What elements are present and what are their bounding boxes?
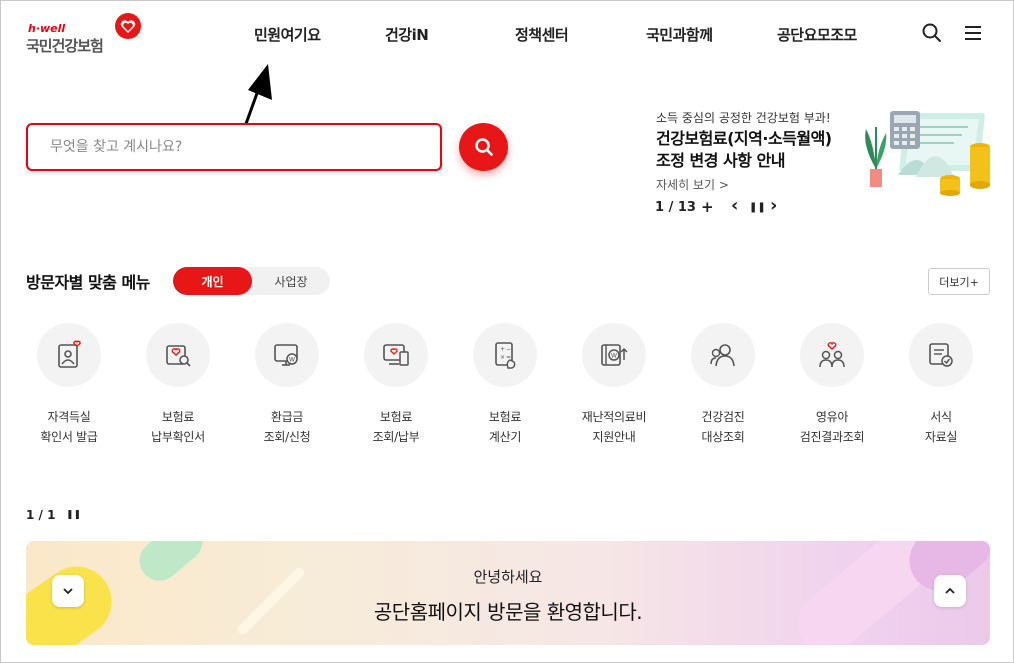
quick-menu-icon-wrap bbox=[37, 323, 101, 387]
banner-title[interactable]: 건강보험료(지역·소득월액) 조정 변경 사항 안내 bbox=[656, 128, 832, 172]
heart-logo-icon bbox=[115, 13, 141, 39]
quick-menu-item[interactable]: W 재난적의료비 지원안내 bbox=[564, 323, 664, 447]
search-box bbox=[26, 123, 442, 171]
wallet-coin-icon: W bbox=[601, 344, 628, 366]
banner-prev-button[interactable]: ‹ bbox=[731, 195, 738, 216]
chevron-up-icon bbox=[945, 587, 955, 594]
svg-text:W: W bbox=[289, 357, 295, 364]
family-heart-icon bbox=[819, 342, 845, 368]
svg-text:W: W bbox=[611, 353, 617, 360]
nav-policy-center[interactable]: 정책센터 bbox=[515, 24, 569, 46]
banner-more-link[interactable]: 자세히 보기 > bbox=[656, 176, 729, 193]
svg-text:+: + bbox=[500, 346, 505, 353]
visitor-menu-title: 방문자별 맞춤 메뉴 bbox=[26, 273, 150, 292]
quick-menu-label: 서식 자료실 bbox=[924, 410, 958, 444]
quick-menu-item[interactable]: 영유아 검진결과조회 bbox=[782, 323, 882, 447]
quick-menu-item[interactable]: 서식 자료실 bbox=[891, 323, 991, 447]
nav-with-citizens[interactable]: 국민과함께 bbox=[646, 24, 713, 46]
quick-menu-label: 보험료 계산기 bbox=[488, 410, 522, 444]
quick-menu-icon-wrap bbox=[146, 323, 210, 387]
search-icon[interactable] bbox=[921, 22, 943, 44]
quick-menu-label: 재난적의료비 지원안내 bbox=[581, 410, 647, 444]
search-input[interactable] bbox=[28, 125, 440, 169]
welcome-greeting: 안녕하세요 bbox=[473, 568, 543, 586]
quick-menu-icon-wrap: W bbox=[255, 323, 319, 387]
computer-receipt-icon bbox=[383, 344, 409, 366]
visitor-type-toggle: 개인 사업장 bbox=[173, 267, 330, 295]
quick-menu-item[interactable]: + − × = 보험료 계산기 bbox=[455, 323, 555, 447]
quick-menu-item[interactable]: 자격득실 확인서 발급 bbox=[19, 323, 119, 447]
insurance-calculator-illustration bbox=[865, 111, 990, 196]
calculator-icon: + − × = bbox=[495, 342, 516, 369]
tab-business[interactable]: 사업장 bbox=[252, 267, 330, 295]
quick-menu-label: 자격득실 확인서 발급 bbox=[40, 410, 98, 444]
document-search-icon bbox=[166, 345, 191, 367]
quick-menu-icon-wrap bbox=[909, 323, 973, 387]
search-button-icon bbox=[474, 138, 493, 156]
quick-menu-label: 보험료 납부확인서 bbox=[151, 410, 205, 444]
people-search-icon bbox=[710, 344, 735, 367]
quick-menu-label: 환급금 조회/신청 bbox=[263, 410, 311, 444]
svg-text:−: − bbox=[506, 346, 511, 353]
menu-pager: 1 / 1 bbox=[26, 508, 56, 522]
tab-individual[interactable]: 개인 bbox=[173, 267, 252, 295]
hamburger-menu-icon[interactable] bbox=[962, 22, 984, 44]
quick-menu-icon-wrap bbox=[364, 323, 428, 387]
banner-next-button[interactable]: › bbox=[770, 195, 777, 216]
banner-title-line2: 조정 변경 사항 안내 bbox=[656, 151, 785, 170]
svg-text:×: × bbox=[500, 354, 505, 361]
quick-menu-label: 영유아 검진결과조회 bbox=[799, 410, 865, 444]
banner-plus-button[interactable]: + bbox=[701, 198, 714, 216]
quick-menu-label: 건강검진 대상조회 bbox=[701, 410, 745, 444]
nav-civil-service[interactable]: 민원여기요 bbox=[254, 24, 321, 46]
search-button[interactable] bbox=[459, 123, 508, 171]
quick-menu-item[interactable]: 보험료 조회/납부 bbox=[346, 323, 446, 447]
quick-menu-icon-wrap bbox=[800, 323, 864, 387]
quick-menu-icon-wrap: W bbox=[582, 323, 646, 387]
quick-menu-icon-wrap: + − × = bbox=[473, 323, 537, 387]
nav-about[interactable]: 공단요모조모 bbox=[777, 24, 857, 46]
banner-pause-button[interactable]: ❚❚ bbox=[749, 202, 766, 213]
quick-menu-icon-wrap bbox=[691, 323, 755, 387]
menu-pause-button[interactable]: ❚❚ bbox=[66, 510, 81, 520]
more-button[interactable]: 더보기+ bbox=[928, 268, 990, 295]
certificate-heart-icon bbox=[58, 340, 81, 368]
welcome-message: 공단홈페이지 방문을 환영합니다. bbox=[373, 600, 643, 624]
monitor-coin-icon: W bbox=[274, 344, 298, 366]
logo-name: 국민건강보험 bbox=[26, 37, 104, 55]
banner-subtitle: 소득 중심의 공정한 건강보험 부과! bbox=[656, 111, 831, 125]
nav-health-in[interactable]: 건강iN bbox=[385, 24, 429, 46]
banner-pager: 1 / 13 bbox=[655, 200, 696, 215]
logo-tagline: h·well bbox=[28, 22, 66, 35]
quick-menu-label: 보험료 조회/납부 bbox=[372, 410, 420, 444]
form-check-icon bbox=[929, 343, 953, 367]
quick-menu-item[interactable]: 건강검진 대상조회 bbox=[673, 323, 773, 447]
scroll-up-button[interactable] bbox=[934, 575, 966, 607]
quick-menu-item[interactable]: W 환급금 조회/신청 bbox=[237, 323, 337, 447]
welcome-banner: 안녕하세요 공단홈페이지 방문을 환영합니다. bbox=[26, 541, 990, 645]
banner-title-line1: 건강보험료(지역·소득월액) bbox=[656, 129, 832, 148]
quick-menu-item[interactable]: 보험료 납부확인서 bbox=[128, 323, 228, 447]
site-logo[interactable]: h·well 국민건강보험 bbox=[26, 12, 146, 56]
